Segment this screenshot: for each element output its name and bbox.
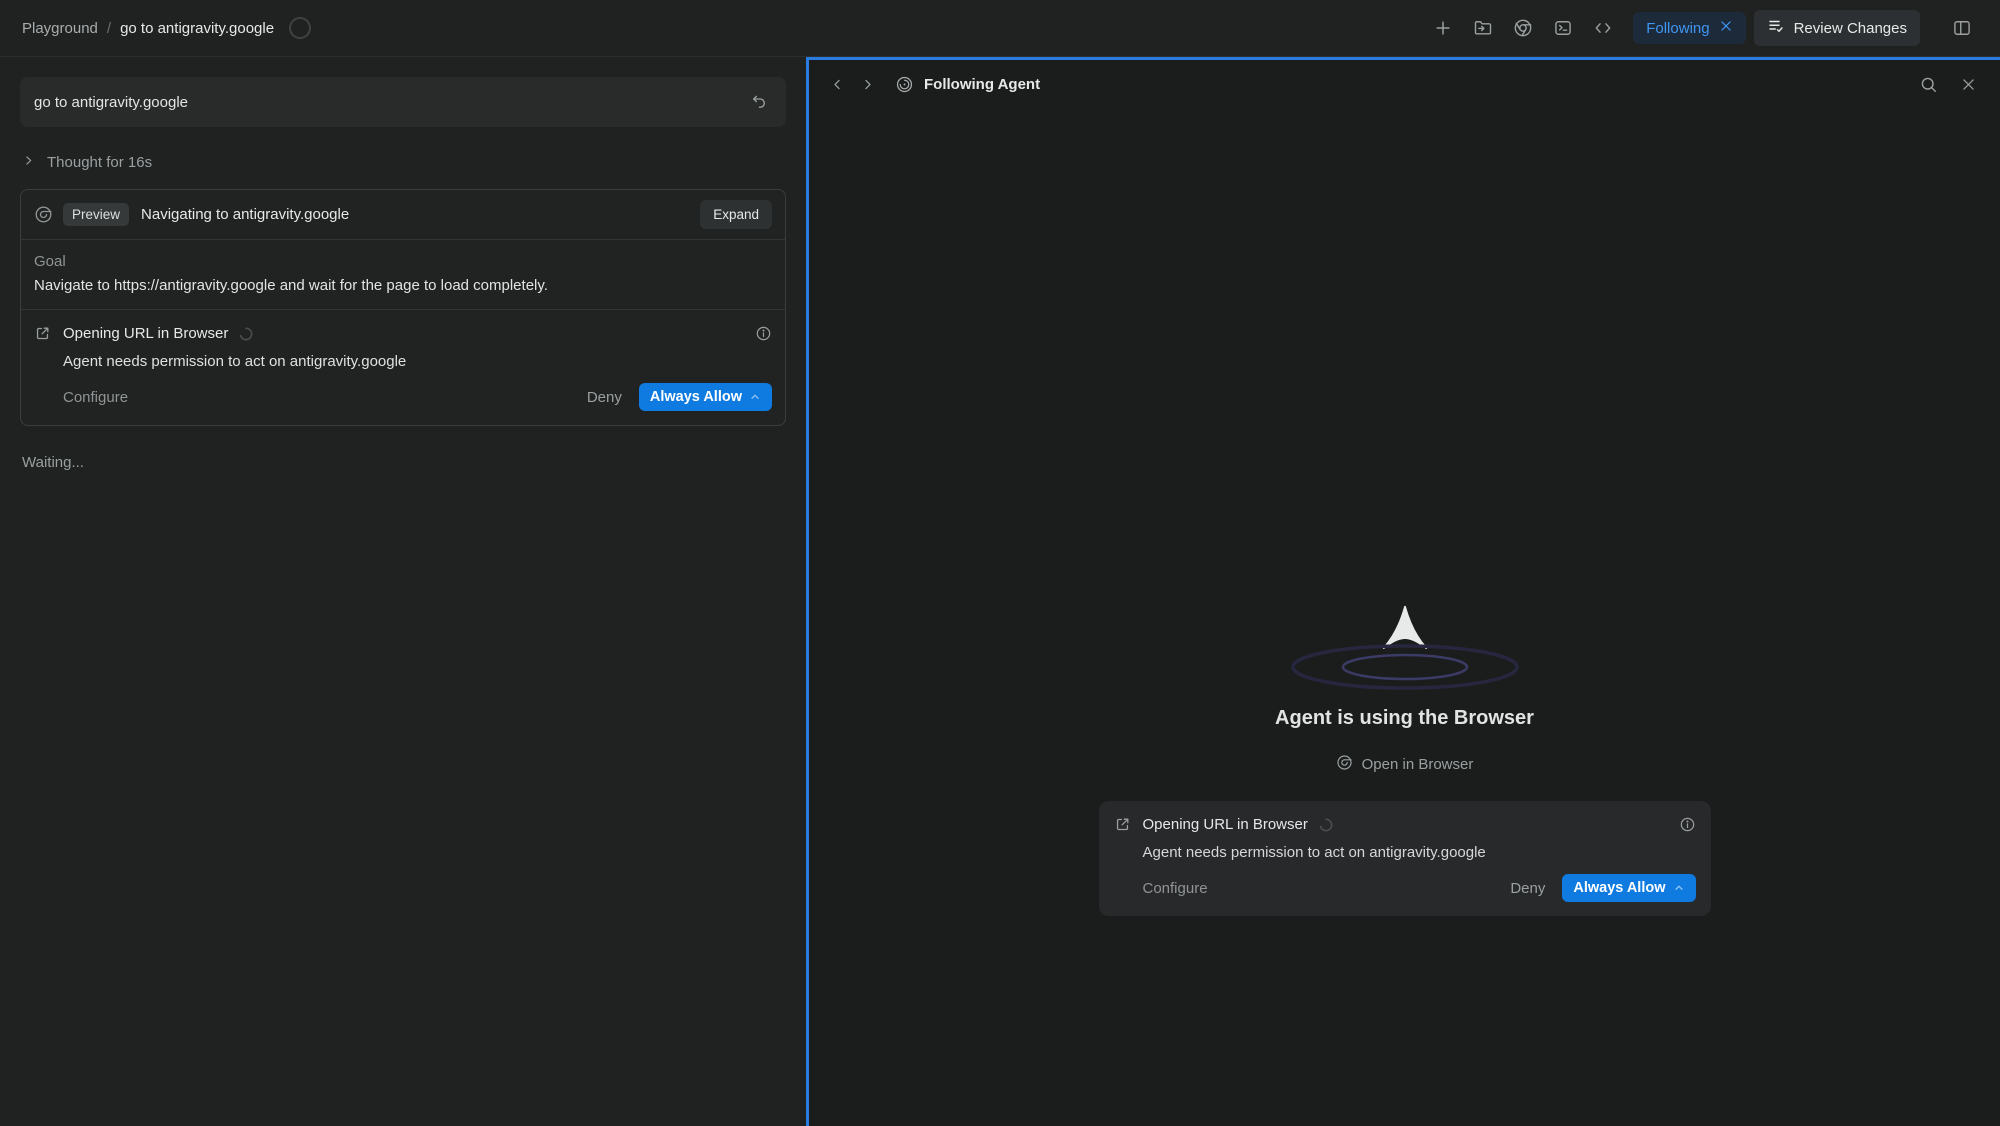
list-check-icon (1767, 17, 1785, 39)
undo-icon (750, 93, 768, 111)
chevron-up-icon[interactable] (1673, 882, 1685, 894)
always-allow-button[interactable]: Always Allow (639, 383, 772, 411)
open-terminal-button[interactable] (1547, 13, 1579, 43)
toggle-layout-button[interactable] (1946, 13, 1978, 43)
breadcrumb-root[interactable]: Playground (22, 20, 98, 37)
top-bar: Playground / go to antigravity.google (0, 0, 2000, 57)
review-changes-label: Review Changes (1794, 20, 1907, 37)
task-loading-spinner-icon (289, 17, 311, 39)
open-folder-button[interactable] (1467, 13, 1499, 43)
permission-actions: Configure Deny Always Allow (1143, 874, 1696, 902)
deny-button[interactable]: Deny (587, 389, 622, 406)
external-link-icon (34, 325, 51, 342)
panel-body: Agent is using the Browser Open in Brows… (809, 108, 2000, 1126)
open-in-browser-label: Open in Browser (1362, 756, 1474, 773)
info-icon[interactable] (1679, 816, 1696, 833)
thought-label: Thought for 16s (47, 154, 152, 171)
agent-spiral-icon (895, 75, 914, 94)
preview-badge: Preview (63, 203, 129, 226)
close-panel-button[interactable] (1952, 69, 1984, 99)
info-icon[interactable] (755, 325, 772, 342)
code-editor-button[interactable] (1587, 13, 1619, 43)
tool-call-header: Opening URL in Browser (34, 325, 772, 342)
goal-text: Navigate to https://antigravity.google a… (34, 277, 772, 294)
external-link-icon (1114, 816, 1131, 833)
open-browser-button[interactable] (1507, 13, 1539, 43)
chrome-icon (34, 205, 53, 224)
permission-actions: Configure Deny Always Allow (63, 383, 772, 411)
forward-button[interactable] (855, 69, 879, 99)
permission-message: Agent needs permission to act on antigra… (63, 353, 772, 370)
breadcrumb-separator: / (107, 20, 111, 37)
always-allow-label: Always Allow (1573, 880, 1665, 896)
tool-call-section: Opening URL in Browser Agent needs permi… (21, 310, 785, 425)
subagent-title: Navigating to antigravity.google (141, 206, 349, 223)
tool-call-card: Opening URL in Browser Agent needs permi… (1099, 801, 1711, 916)
close-icon (1960, 76, 1977, 93)
browser-status-stack: Agent is using the Browser Open in Brows… (809, 603, 2000, 916)
chevron-right-icon (22, 154, 35, 171)
following-label: Following (1646, 20, 1709, 37)
restore-prompt-button[interactable] (746, 87, 772, 117)
expand-button[interactable]: Expand (700, 200, 772, 229)
chevron-left-icon (830, 77, 845, 92)
topbar-actions: Following Review Changes (1427, 10, 1978, 46)
deny-button[interactable]: Deny (1510, 880, 1545, 897)
permission-message: Agent needs permission to act on antigra… (1143, 844, 1696, 861)
logo-rings-icon (1285, 641, 1525, 693)
always-allow-label: Always Allow (650, 389, 742, 405)
loader-arc-icon (1318, 817, 1334, 833)
search-button[interactable] (1912, 69, 1944, 99)
app-window: Playground / go to antigravity.google (0, 0, 2000, 1126)
prompt-box[interactable] (20, 77, 786, 127)
following-agent-panel: Following Agent (806, 57, 2000, 1126)
panel-header-actions (1912, 69, 1984, 99)
breadcrumb: Playground / go to antigravity.google (22, 17, 311, 39)
configure-link[interactable]: Configure (1143, 880, 1208, 897)
split-view-icon (1952, 18, 1972, 38)
search-icon (1919, 75, 1938, 94)
chrome-icon (1336, 754, 1353, 775)
review-changes-button[interactable]: Review Changes (1754, 10, 1920, 46)
tool-call-title: Opening URL in Browser (1143, 816, 1308, 833)
prompt-input[interactable] (34, 94, 746, 111)
panel-title: Following Agent (924, 76, 1040, 93)
loader-arc-icon (238, 326, 254, 342)
breadcrumb-task-title: go to antigravity.google (120, 20, 274, 37)
following-tab[interactable]: Following (1633, 12, 1745, 44)
panel-nav (825, 69, 879, 99)
close-following-icon[interactable] (1719, 19, 1733, 37)
plus-icon (1433, 18, 1453, 38)
open-in-browser-button[interactable]: Open in Browser (1336, 754, 1474, 775)
chrome-icon (1513, 18, 1533, 38)
configure-link[interactable]: Configure (63, 389, 128, 406)
tool-call-title: Opening URL in Browser (63, 325, 228, 342)
browser-status-headline: Agent is using the Browser (1275, 707, 1534, 730)
main-area: Thought for 16s Preview Navigating to an… (0, 57, 2000, 1126)
chevron-right-icon (860, 77, 875, 92)
code-icon (1592, 18, 1614, 38)
back-button[interactable] (825, 69, 849, 99)
tool-call-header: Opening URL in Browser (1114, 816, 1696, 833)
browser-subagent-card: Preview Navigating to antigravity.google… (20, 189, 786, 426)
thought-toggle[interactable]: Thought for 16s (22, 154, 784, 171)
goal-section: Goal Navigate to https://antigravity.goo… (21, 240, 785, 310)
panel-header: Following Agent (809, 60, 2000, 108)
new-task-button[interactable] (1427, 13, 1459, 43)
folder-import-icon (1473, 18, 1493, 38)
subagent-card-header: Preview Navigating to antigravity.google… (21, 190, 785, 240)
terminal-icon (1553, 18, 1573, 38)
conversation-panel: Thought for 16s Preview Navigating to an… (0, 57, 806, 1126)
always-allow-button[interactable]: Always Allow (1562, 874, 1695, 902)
chevron-up-icon[interactable] (749, 391, 761, 403)
waiting-status: Waiting... (22, 454, 786, 471)
goal-label: Goal (34, 253, 772, 270)
